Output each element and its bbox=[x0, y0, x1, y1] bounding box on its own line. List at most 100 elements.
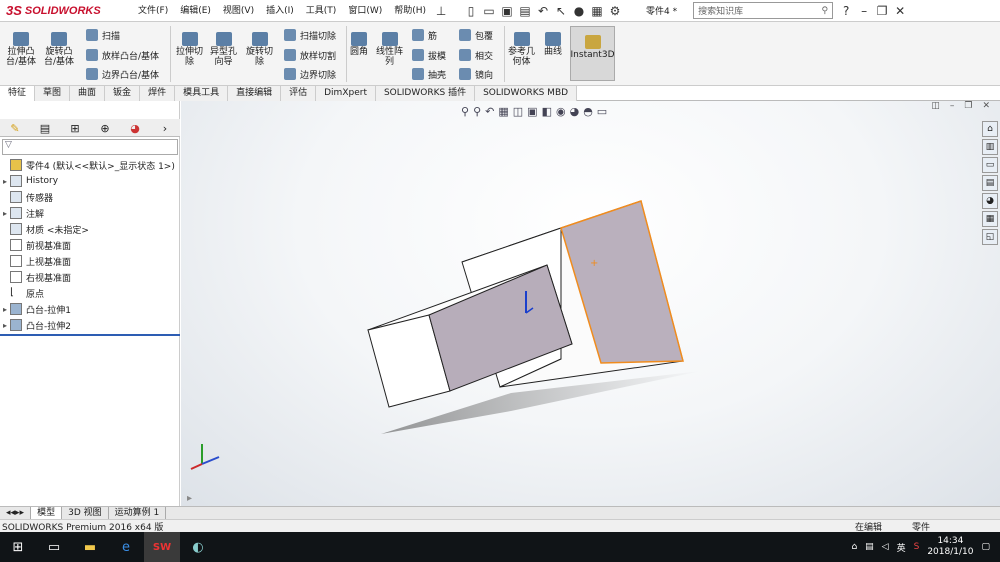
notification-icon[interactable]: ▢ bbox=[981, 542, 990, 552]
wrap-button[interactable]: 包覆 bbox=[459, 27, 493, 43]
tab-features[interactable]: 特征 bbox=[0, 86, 36, 101]
tab-sketch[interactable]: 草图 bbox=[35, 86, 71, 101]
search-icon[interactable]: ⚲ bbox=[822, 6, 829, 16]
help-icon[interactable]: ? bbox=[837, 2, 855, 20]
tree-item-material[interactable]: 材质 <未指定> bbox=[0, 221, 180, 237]
tab-weldments[interactable]: 焊件 bbox=[140, 86, 176, 101]
new-document-icon[interactable]: ▯ bbox=[462, 2, 480, 20]
revolve-cut-button[interactable]: 旋转切 除 bbox=[246, 32, 273, 67]
reference-geometry-button[interactable]: 参考几 何体 bbox=[508, 32, 535, 67]
extrude-boss-button[interactable]: 拉伸凸 台/基体 bbox=[6, 32, 36, 67]
tab-3d-views[interactable]: 3D 视图 bbox=[62, 506, 109, 520]
menu-help[interactable]: 帮助(H) bbox=[388, 0, 432, 22]
edge-browser-icon[interactable]: e bbox=[108, 532, 144, 562]
minimize-icon[interactable]: – bbox=[855, 2, 873, 20]
ime-indicator[interactable]: 英 bbox=[897, 541, 906, 554]
windows-start-icon[interactable]: ⊞ bbox=[0, 532, 36, 562]
extrude-cut-button[interactable]: 拉伸切 除 bbox=[176, 32, 203, 67]
menu-file[interactable]: 文件(F) bbox=[132, 0, 174, 22]
menu-window[interactable]: 窗口(W) bbox=[342, 0, 388, 22]
restore-icon[interactable]: ❐ bbox=[873, 2, 891, 20]
tab-direct-editing[interactable]: 直接编辑 bbox=[228, 86, 282, 101]
tree-item-origin[interactable]: ⌊ 原点 bbox=[0, 285, 180, 301]
undo-icon[interactable]: ↶ bbox=[534, 2, 552, 20]
feature-manager-tab-icon[interactable]: ✎ bbox=[0, 119, 30, 137]
tab-motion-study[interactable]: 运动算例 1 bbox=[109, 506, 167, 520]
open-icon[interactable]: ▭ bbox=[480, 2, 498, 20]
configuration-manager-tab-icon[interactable]: ⊞ bbox=[60, 119, 90, 137]
expand-arrow-icon[interactable]: ▸ bbox=[0, 321, 10, 330]
tree-item-boss-extrude2[interactable]: ▸ 凸台-拉伸2 bbox=[0, 317, 180, 333]
hole-wizard-button[interactable]: 异型孔 向导 bbox=[210, 32, 237, 67]
dimxpert-manager-tab-icon[interactable]: ⊕ bbox=[90, 119, 120, 137]
linear-pattern-button[interactable]: 线性阵 列 bbox=[376, 32, 403, 67]
network-icon[interactable]: ▤ bbox=[865, 542, 874, 552]
task-view-icon[interactable]: ▭ bbox=[36, 532, 72, 562]
lofted-cut-button[interactable]: 放样切割 bbox=[284, 47, 336, 63]
rollback-bar[interactable] bbox=[0, 334, 180, 336]
menu-edit[interactable]: 编辑(E) bbox=[174, 0, 217, 22]
solidworks-taskbar-icon[interactable]: SW bbox=[144, 532, 180, 562]
instant3d-button[interactable]: Instant3D bbox=[570, 26, 615, 81]
tab-mold-tools[interactable]: 模具工具 bbox=[175, 86, 229, 101]
menu-tools[interactable]: 工具(T) bbox=[300, 0, 343, 22]
expand-panel-chevron-icon[interactable]: › bbox=[150, 119, 180, 137]
expand-arrow-icon[interactable]: ▸ bbox=[0, 305, 10, 314]
people-icon[interactable]: ⌂ bbox=[851, 542, 857, 552]
sweep-button[interactable]: 扫描 bbox=[86, 27, 120, 43]
intersect-button[interactable]: 相交 bbox=[459, 47, 493, 63]
file-explorer-taskbar-icon[interactable]: ▬ bbox=[72, 532, 108, 562]
graphics-area[interactable]: ⚲ ⚲ ↶ ▦ ◫ ▣ ◧ ◉ ◕ ◓ ▭ ◫ – ❐ ✕ ⌂ ▥ ▭ ▤ ◕ … bbox=[181, 101, 1000, 506]
close-icon[interactable]: ✕ bbox=[891, 2, 909, 20]
tree-item-front-plane[interactable]: 前视基准面 bbox=[0, 237, 180, 253]
pin-icon[interactable]: ⊥ bbox=[432, 2, 450, 20]
mirror-button[interactable]: 镜向 bbox=[459, 66, 493, 82]
swept-cut-button[interactable]: 扫描切除 bbox=[284, 27, 336, 43]
rib-button[interactable]: 筋 bbox=[412, 27, 437, 43]
tab-evaluate[interactable]: 评估 bbox=[281, 86, 317, 101]
filter-field[interactable]: ▽ bbox=[2, 139, 178, 155]
curves-button[interactable]: 曲线 bbox=[544, 32, 562, 57]
tab-sheet-metal[interactable]: 钣金 bbox=[105, 86, 141, 101]
panel-collapse-arrow-icon[interactable]: ▸ bbox=[187, 493, 192, 504]
tree-item-top-plane[interactable]: 上视基准面 bbox=[0, 253, 180, 269]
loft-boss-button[interactable]: 放样凸台/基体 bbox=[86, 47, 159, 63]
tree-item-sensors[interactable]: 传感器 bbox=[0, 189, 180, 205]
shell-button[interactable]: 抽壳 bbox=[412, 66, 446, 82]
tab-scroll-arrows-icon[interactable]: ◂◂▸▸ bbox=[0, 506, 32, 520]
print-icon[interactable]: ▤ bbox=[516, 2, 534, 20]
tree-item-history[interactable]: ▸ History bbox=[0, 173, 180, 189]
solidworks-logo[interactable]: 3S SOLIDWORKS bbox=[0, 3, 120, 18]
expand-arrow-icon[interactable]: ▸ bbox=[0, 209, 10, 218]
clock[interactable]: 14:34 2018/1/10 bbox=[927, 536, 973, 558]
options-gear-icon[interactable]: ⚙ bbox=[606, 2, 624, 20]
tree-item-right-plane[interactable]: 右视基准面 bbox=[0, 269, 180, 285]
display-manager-tab-icon[interactable]: ◕ bbox=[120, 119, 150, 137]
file-properties-icon[interactable]: ▦ bbox=[588, 2, 606, 20]
tab-addins[interactable]: SOLIDWORKS 插件 bbox=[375, 86, 476, 101]
draft-button[interactable]: 拔模 bbox=[412, 47, 446, 63]
menu-insert[interactable]: 插入(I) bbox=[260, 0, 300, 22]
revolve-boss-button[interactable]: 旋转凸 台/基体 bbox=[44, 32, 74, 67]
rebuild-icon[interactable]: ● bbox=[570, 2, 588, 20]
select-icon[interactable]: ↖ bbox=[552, 2, 570, 20]
app-taskbar-icon[interactable]: ◐ bbox=[180, 532, 216, 562]
property-manager-tab-icon[interactable]: ▤ bbox=[30, 119, 60, 137]
tree-item-annotations[interactable]: ▸ 注解 bbox=[0, 205, 180, 221]
tree-root-part[interactable]: 零件4 (默认<<默认>_显示状态 1>) bbox=[0, 157, 180, 173]
menu-view[interactable]: 视图(V) bbox=[217, 0, 260, 22]
feature-tree: 零件4 (默认<<默认>_显示状态 1>) ▸ History 传感器 ▸ 注解 材… bbox=[0, 157, 180, 336]
tab-dimxpert[interactable]: DimXpert bbox=[316, 86, 376, 101]
tab-model[interactable]: 模型 bbox=[31, 506, 63, 520]
search-knowledge-base-input[interactable]: 搜索知识库 ⚲ bbox=[693, 2, 834, 19]
tab-mbd[interactable]: SOLIDWORKS MBD bbox=[475, 86, 578, 101]
sogou-input-icon[interactable]: S bbox=[914, 542, 920, 552]
expand-arrow-icon[interactable]: ▸ bbox=[0, 177, 10, 186]
fillet-button[interactable]: 圆角 bbox=[350, 32, 368, 57]
tab-surfaces[interactable]: 曲面 bbox=[70, 86, 106, 101]
save-icon[interactable]: ▣ bbox=[498, 2, 516, 20]
tree-item-boss-extrude1[interactable]: ▸ 凸台-拉伸1 bbox=[0, 301, 180, 317]
boundary-cut-button[interactable]: 边界切除 bbox=[284, 66, 336, 82]
volume-icon[interactable]: ◁ bbox=[882, 542, 889, 552]
boundary-boss-button[interactable]: 边界凸台/基体 bbox=[86, 66, 159, 82]
